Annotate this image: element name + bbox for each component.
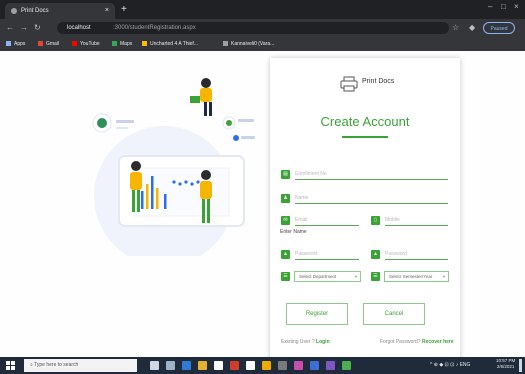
settings-card-illustration bbox=[222, 116, 255, 141]
lock-icon: ▲ bbox=[281, 250, 290, 259]
name-validation-error: Enter Name bbox=[280, 229, 307, 235]
extensions-icon[interactable]: ◆ bbox=[469, 22, 475, 34]
profile-paused-button[interactable]: Paused bbox=[483, 22, 515, 34]
email-icon: ✉ bbox=[281, 216, 290, 225]
bookmark-label: Uncharted 4 A Thief... bbox=[150, 41, 198, 47]
existing-user-label: Existing User ? bbox=[281, 339, 315, 345]
password-input[interactable]: Password bbox=[295, 250, 359, 260]
address-bar[interactable]: localhost :3000/studentRegistration.aspx bbox=[57, 22, 449, 34]
forgot-password-label: Forgot Password? bbox=[380, 339, 421, 345]
tab-title: Print Docs bbox=[21, 8, 49, 14]
person-laptop-illustration bbox=[190, 78, 212, 116]
cortana-icon[interactable] bbox=[150, 361, 159, 370]
chevron-down-icon: ▾ bbox=[442, 274, 445, 279]
visual-studio-icon[interactable] bbox=[326, 361, 335, 370]
cancel-button[interactable]: Cancel bbox=[363, 303, 425, 325]
search-icon: ⌕ bbox=[30, 362, 33, 368]
store-icon[interactable] bbox=[214, 361, 223, 370]
forgot-password-text: Forgot Password? Recover here bbox=[380, 339, 454, 345]
bookmark-gmail[interactable]: Gmail bbox=[38, 39, 59, 49]
favicon-icon bbox=[11, 8, 17, 14]
enrollment-input[interactable]: Enrollment No bbox=[295, 170, 448, 180]
confirm-password-input[interactable]: Password bbox=[385, 250, 448, 260]
bookmark-label: Apps bbox=[14, 41, 26, 47]
profile-card-illustration bbox=[92, 113, 134, 133]
forward-icon[interactable]: → bbox=[20, 22, 28, 34]
minimize-icon[interactable]: – bbox=[488, 2, 492, 11]
bookmark-label: Maps bbox=[120, 41, 133, 47]
close-window-icon[interactable]: × bbox=[514, 2, 519, 11]
mobile-input[interactable]: Mobile bbox=[385, 216, 448, 226]
app-icon[interactable] bbox=[294, 361, 303, 370]
app-icon[interactable] bbox=[262, 361, 271, 370]
email-input[interactable]: Email bbox=[295, 216, 359, 226]
department-select-value: Select Department bbox=[299, 274, 337, 279]
windows-start-icon[interactable] bbox=[6, 361, 15, 370]
login-link[interactable]: Login bbox=[316, 339, 330, 345]
title-underline bbox=[342, 136, 388, 138]
system-tray[interactable]: ^ ⊕ ◆ ⊡ ⊡ ♪ ENG bbox=[430, 360, 470, 370]
taskbar-clock[interactable]: 10:57 PM 2/6/2021 bbox=[496, 358, 515, 370]
semester-select[interactable]: Select Semester/Year ▾ bbox=[384, 271, 449, 282]
user-icon: ♟ bbox=[281, 194, 290, 203]
existing-user-text: Existing User ? Login bbox=[281, 339, 330, 345]
star-icon[interactable]: ☆ bbox=[452, 22, 459, 34]
lock-icon: ▲ bbox=[371, 250, 380, 259]
id-card-icon: ▤ bbox=[281, 170, 290, 179]
chevron-down-icon: ▾ bbox=[354, 274, 357, 279]
register-button[interactable]: Register bbox=[286, 303, 348, 325]
clock-date: 2/6/2021 bbox=[496, 364, 515, 369]
bookmark-maps[interactable]: Maps bbox=[112, 39, 132, 49]
edge-icon[interactable] bbox=[182, 361, 191, 370]
bookmark-kannaiveli[interactable]: Kannaiveli0 (Vara... bbox=[223, 39, 274, 49]
new-tab-button[interactable]: + bbox=[121, 3, 127, 17]
back-icon[interactable]: ← bbox=[6, 22, 14, 34]
semester-select-value: Select Semester/Year bbox=[389, 274, 433, 279]
semester-icon: ☰ bbox=[371, 272, 380, 281]
maximize-icon[interactable]: □ bbox=[501, 2, 506, 11]
bookmark-label: YouTube bbox=[80, 41, 100, 47]
brand-name: Print Docs bbox=[362, 78, 395, 85]
printer-icon bbox=[340, 76, 358, 92]
url-host: localhost bbox=[67, 25, 91, 31]
department-icon: ☰ bbox=[281, 272, 290, 281]
recover-link[interactable]: Recover here bbox=[422, 339, 454, 345]
office-icon[interactable] bbox=[230, 361, 239, 370]
bookmark-label: Kannaiveli0 (Vara... bbox=[231, 41, 275, 47]
reload-icon[interactable]: ↻ bbox=[34, 22, 41, 34]
task-view-icon[interactable] bbox=[166, 361, 175, 370]
show-desktop-button[interactable] bbox=[519, 359, 522, 372]
file-explorer-icon[interactable] bbox=[198, 361, 207, 370]
name-input[interactable]: Name bbox=[295, 194, 448, 204]
app-icon[interactable] bbox=[310, 361, 319, 370]
bookmark-label: Gmail bbox=[46, 41, 60, 47]
page-title: Create Account bbox=[320, 114, 410, 129]
bookmark-youtube[interactable]: YouTube bbox=[72, 39, 100, 49]
department-select[interactable]: Select Department ▾ bbox=[294, 271, 361, 282]
app-icon[interactable] bbox=[342, 361, 351, 370]
signup-illustration bbox=[92, 78, 255, 256]
app-icon[interactable] bbox=[278, 361, 287, 370]
tab-close-icon[interactable]: × bbox=[105, 3, 109, 19]
phone-icon: ▯ bbox=[371, 216, 380, 225]
bookmark-apps[interactable]: Apps bbox=[6, 39, 25, 49]
browser-tab[interactable]: Print Docs × bbox=[5, 3, 115, 19]
taskbar-search-placeholder: Type here to search bbox=[34, 362, 79, 368]
chrome-icon[interactable] bbox=[246, 361, 255, 370]
taskbar-search-input[interactable]: ⌕ Type here to search bbox=[24, 359, 137, 372]
url-path: :3000/studentRegistration.aspx bbox=[113, 25, 196, 31]
bookmark-uncharted[interactable]: Uncharted 4 A Thief... bbox=[142, 39, 198, 49]
